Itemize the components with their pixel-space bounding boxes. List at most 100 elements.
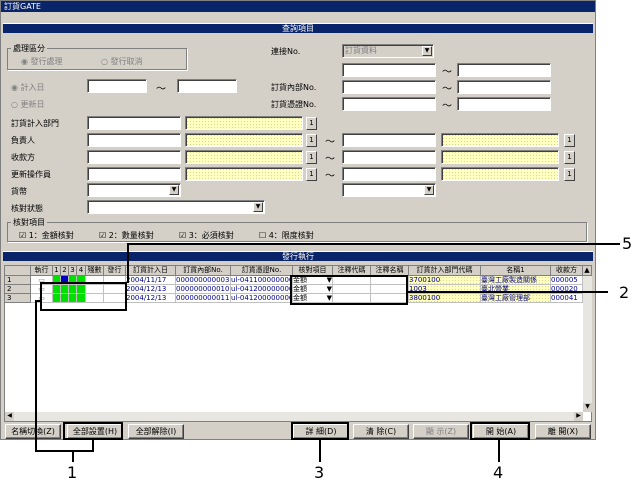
check-limit-label: 4：限度核對 [268, 231, 314, 240]
radio-entry-date[interactable]: ◉ 計入日 [11, 82, 45, 93]
col-remaining[interactable]: 殘數 [86, 266, 104, 276]
tilde-1: 〜 [442, 67, 452, 78]
updater-to-name [441, 167, 559, 181]
date-from-input[interactable] [87, 79, 147, 93]
receiver-to-code[interactable] [342, 150, 436, 164]
updater-to-code[interactable] [342, 167, 436, 181]
app-window: 訂貨GATE 查詢項目 處理區分 ◉ 發行處理 ○ 發行取消 ◉ 計入日 ○ 更… [0, 0, 596, 440]
radio-issue-process[interactable]: ◉ 發行處理 [21, 56, 63, 67]
callout-line-1a [35, 300, 37, 450]
receiver-cell: 000005 [551, 276, 583, 285]
check-amount-label: 1：金額核對 [28, 231, 74, 240]
entry-date-cell: 2004/12/13 [126, 294, 176, 303]
link-no-select[interactable]: 訂貨資料 ▼ [342, 44, 434, 58]
callout-box-5 [40, 282, 127, 311]
callout-line-1c [35, 450, 92, 452]
col-entry-date[interactable]: 訂貨計入日 [126, 266, 176, 276]
name1-cell: 臺灣工廠製造關係 [481, 276, 551, 285]
date-to-input[interactable] [177, 79, 237, 93]
status-select[interactable]: ▼ [87, 200, 265, 214]
col-issue[interactable]: 發行 [104, 266, 126, 276]
check-required-label: 3：必須核對 [188, 231, 234, 240]
dept-label: 訂貨計入部門 [11, 119, 59, 128]
col-execute[interactable]: 執行 [31, 266, 53, 276]
receiver-to-name [441, 150, 559, 164]
radio-update-date[interactable]: ○ 更新日 [11, 99, 45, 110]
dept-lookup-button[interactable]: 1 [306, 117, 317, 130]
callout-box-3 [291, 422, 349, 440]
entry-date-cell: 2004/11/17 [126, 276, 176, 285]
date-range-tilde: 〜 [156, 84, 166, 95]
radio-update-date-label: 更新日 [20, 100, 45, 109]
tilde-2: 〜 [442, 84, 452, 95]
updater-from-code[interactable] [87, 167, 181, 181]
issue-section-header: 發行執行 [3, 251, 593, 261]
clear-all-button[interactable]: 全部解除(I) [128, 424, 184, 439]
close-button[interactable]: 離 開(X) [535, 424, 591, 439]
person-to-code[interactable] [342, 133, 436, 147]
callout-line-5 [127, 243, 129, 283]
col-dept-code[interactable]: 訂貨計入部門代碼 [409, 266, 481, 276]
order-internal-to-pre[interactable] [457, 63, 551, 77]
order-voucher-to[interactable] [457, 97, 551, 111]
col-4[interactable]: 4 [77, 266, 86, 276]
grid-corner [5, 266, 31, 276]
link-no-value: 訂貨資料 [345, 46, 377, 55]
tilde-3: 〜 [442, 101, 452, 112]
delete-button[interactable]: 清 除(C) [353, 424, 409, 439]
scroll-right-icon[interactable]: ▶ [574, 412, 583, 421]
horizontal-scrollbar[interactable] [5, 412, 583, 421]
query-section-header: 查詢項目 [3, 23, 593, 33]
callout-line-5h [127, 243, 620, 245]
col-3[interactable]: 3 [69, 266, 77, 276]
person-to-lookup-button[interactable]: 1 [564, 134, 575, 147]
order-internal-from[interactable] [342, 80, 436, 94]
order-internal-to[interactable] [457, 80, 551, 94]
currency-select-2[interactable]: ▼ [342, 183, 436, 197]
vertical-scrollbar[interactable] [583, 276, 592, 412]
person-from-lookup-button[interactable]: 1 [306, 134, 317, 147]
scroll-left-icon[interactable]: ◀ [5, 412, 14, 421]
order-voucher-from[interactable] [342, 97, 436, 111]
order-internal-from-pre[interactable] [342, 63, 436, 77]
row-header[interactable]: 1 [5, 276, 31, 285]
callout-line-1b [35, 300, 42, 302]
process-group-label: 處理區分 [11, 43, 47, 54]
check-required[interactable]: ☑ 3：必須核對 [179, 230, 234, 241]
col-1[interactable]: 1 [53, 266, 61, 276]
display-button[interactable]: 顯 示(Z) [413, 424, 469, 439]
window-title: 訂貨GATE [1, 1, 595, 12]
receiver-label: 收款方 [11, 153, 35, 162]
scroll-up-icon[interactable]: ▲ [583, 266, 592, 276]
receiver-from-lookup-button[interactable]: 1 [306, 151, 317, 164]
check-quantity[interactable]: ☑ 2：數量核對 [99, 230, 154, 241]
callout-box-4 [470, 422, 530, 440]
col-receiver[interactable]: 收款方 [551, 266, 583, 276]
col-name1[interactable]: 名稱1 [481, 266, 551, 276]
updater-to-lookup-button[interactable]: 1 [564, 168, 575, 181]
check-amount[interactable]: ☑ 1：金額核對 [19, 230, 74, 241]
check-limit[interactable]: ☐ 4：限度核對 [259, 230, 314, 241]
updater-from-lookup-button[interactable]: 1 [306, 168, 317, 181]
currency-label: 貨幣 [11, 187, 27, 196]
receiver-from-name [185, 150, 303, 164]
voucher-no-cell: ul-0412000000003 [231, 285, 293, 294]
row-header[interactable]: 3 [5, 294, 31, 303]
radio-issue-cancel[interactable]: ○ 發行取消 [101, 56, 143, 67]
col-voucher-no[interactable]: 訂貨憑證No. [231, 266, 293, 276]
receiver-from-code[interactable] [87, 150, 181, 164]
col-internal-no[interactable]: 訂貨內部No. [176, 266, 231, 276]
name-switch-button[interactable]: 名稱切換(Z) [5, 424, 61, 439]
scroll-down-icon[interactable]: ▼ [583, 403, 592, 412]
callout-line-3 [319, 440, 321, 462]
order-voucher-label: 訂貨憑證No. [271, 100, 317, 109]
person-from-code[interactable] [87, 133, 181, 147]
order-internal-label: 訂貨內部No. [271, 83, 317, 92]
person-to-name [441, 133, 559, 147]
row-header[interactable]: 2 [5, 285, 31, 294]
status-label: 核對狀態 [11, 204, 43, 213]
currency-select[interactable]: ▼ [87, 183, 181, 197]
col-2[interactable]: 2 [61, 266, 69, 276]
receiver-to-lookup-button[interactable]: 1 [564, 151, 575, 164]
dept-code-input[interactable] [87, 116, 181, 130]
